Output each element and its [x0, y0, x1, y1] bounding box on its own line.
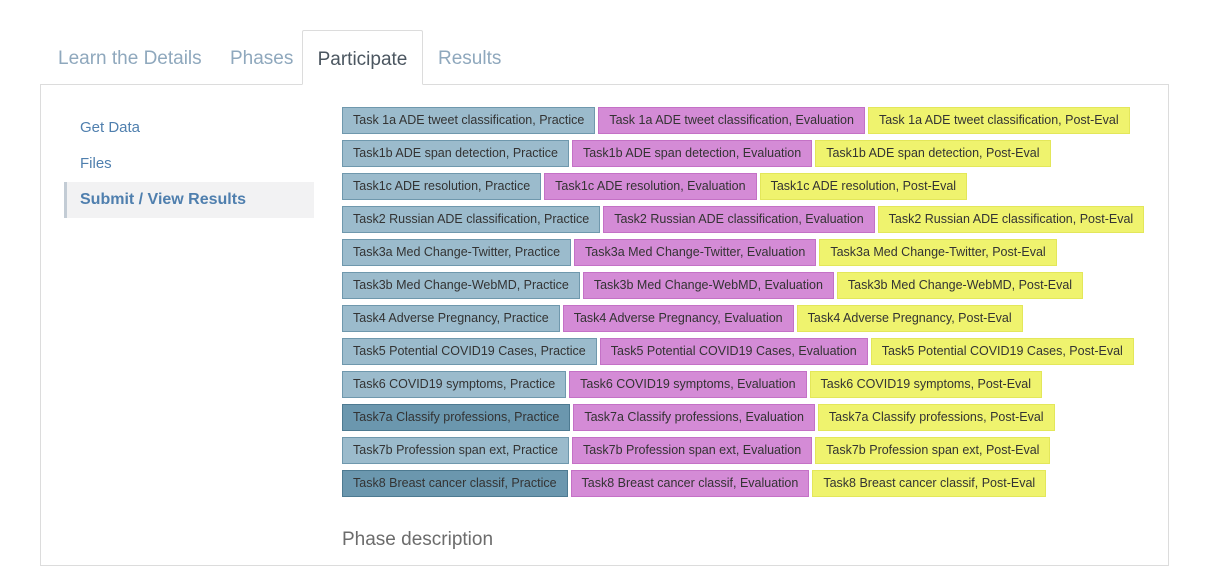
sidebar-nav: Get Data Files Submit / View Results	[64, 110, 314, 218]
practice-phase-button[interactable]: Task2 Russian ADE classification, Practi…	[342, 206, 601, 233]
post-eval-phase-button[interactable]: Task3b Med Change-WebMD, Post-Eval	[836, 272, 1084, 299]
practice-phase-button[interactable]: Task4 Adverse Pregnancy, Practice	[342, 305, 560, 332]
phase-row: Task3a Med Change-Twitter, Practice Task3…	[342, 239, 1162, 266]
post-eval-phase-button[interactable]: Task4 Adverse Pregnancy, Post-Eval	[796, 305, 1023, 332]
post-eval-phase-button[interactable]: Task8 Breast cancer classif, Post-Eval	[812, 470, 1047, 497]
post-eval-phase-button[interactable]: Task1c ADE resolution, Post-Eval	[759, 173, 968, 200]
phase-row: Task 1a ADE tweet classification, Practi…	[342, 107, 1162, 134]
sidebar-item-files[interactable]: Files	[64, 146, 314, 182]
phase-row: Task8 Breast cancer classif, Practice Tas…	[342, 470, 1162, 497]
practice-phase-button[interactable]: Task1c ADE resolution, Practice	[342, 173, 542, 200]
post-eval-phase-button[interactable]: Task2 Russian ADE classification, Post-E…	[877, 206, 1145, 233]
evaluation-phase-button[interactable]: Task3a Med Change-Twitter, Evaluation	[574, 239, 817, 266]
evaluation-phase-button[interactable]: Task3b Med Change-WebMD, Evaluation	[582, 272, 834, 299]
post-eval-phase-button[interactable]: Task7b Profession span ext, Post-Eval	[815, 437, 1051, 464]
practice-phase-button[interactable]: Task7b Profession span ext, Practice	[342, 437, 569, 464]
participate-panel: Get Data Files Submit / View Results Tas…	[40, 84, 1169, 566]
evaluation-phase-button[interactable]: Task7a Classify professions, Evaluation	[573, 404, 815, 431]
phase-description-heading: Phase description	[342, 529, 494, 550]
phase-row: Task7a Classify professions, Practice Tas…	[342, 404, 1162, 431]
tab-participate[interactable]: Participate	[302, 30, 423, 85]
post-eval-phase-button[interactable]: Task3a Med Change-Twitter, Post-Eval	[819, 239, 1057, 266]
practice-phase-button[interactable]: Task8 Breast cancer classif, Practice	[342, 470, 568, 497]
post-eval-phase-button[interactable]: Task5 Potential COVID19 Cases, Post-Eval	[870, 338, 1134, 365]
evaluation-phase-button[interactable]: Task 1a ADE tweet classification, Evalua…	[598, 107, 865, 134]
practice-phase-button[interactable]: Task 1a ADE tweet classification, Practi…	[342, 107, 596, 134]
post-eval-phase-button[interactable]: Task 1a ADE tweet classification, Post-E…	[867, 107, 1130, 134]
phase-row: Task1b ADE span detection, Practice Task1…	[342, 140, 1162, 167]
phase-row: Task2 Russian ADE classification, Practi…	[342, 206, 1162, 233]
phase-row: Task7b Profession span ext, Practice Task…	[342, 437, 1162, 464]
post-eval-phase-button[interactable]: Task1b ADE span detection, Post-Eval	[815, 140, 1051, 167]
post-eval-phase-button[interactable]: Task7a Classify professions, Post-Eval	[817, 404, 1055, 431]
evaluation-phase-button[interactable]: Task2 Russian ADE classification, Evalua…	[603, 206, 875, 233]
practice-phase-button[interactable]: Task3b Med Change-WebMD, Practice	[342, 272, 580, 299]
phase-row: Task3b Med Change-WebMD, Practice Task3b …	[342, 272, 1162, 299]
practice-phase-button[interactable]: Task5 Potential COVID19 Cases, Practice	[342, 338, 597, 365]
practice-phase-button[interactable]: Task7a Classify professions, Practice	[342, 404, 571, 431]
tab-results[interactable]: Results	[438, 30, 501, 83]
phase-row: Task5 Potential COVID19 Cases, Practice T…	[342, 338, 1162, 365]
sidebar-item-get-data[interactable]: Get Data	[64, 110, 314, 146]
evaluation-phase-button[interactable]: Task7b Profession span ext, Evaluation	[571, 437, 813, 464]
practice-phase-button[interactable]: Task6 COVID19 symptoms, Practice	[342, 371, 567, 398]
evaluation-phase-button[interactable]: Task4 Adverse Pregnancy, Evaluation	[562, 305, 794, 332]
phase-button-grid: Task 1a ADE tweet classification, Practi…	[342, 107, 1162, 503]
tab-phases[interactable]: Phases	[230, 30, 293, 83]
phase-row: Task6 COVID19 symptoms, Practice Task6 CO…	[342, 371, 1162, 398]
tab-learn-the-details[interactable]: Learn the Details	[58, 30, 202, 83]
post-eval-phase-button[interactable]: Task6 COVID19 symptoms, Post-Eval	[809, 371, 1043, 398]
evaluation-phase-button[interactable]: Task6 COVID19 symptoms, Evaluation	[569, 371, 807, 398]
evaluation-phase-button[interactable]: Task8 Breast cancer classif, Evaluation	[570, 470, 810, 497]
phase-row: Task1c ADE resolution, Practice Task1c AD…	[342, 173, 1162, 200]
phase-row: Task4 Adverse Pregnancy, Practice Task4 A…	[342, 305, 1162, 332]
tab-bar: Learn the Details Phases Participate Res…	[40, 30, 1168, 85]
practice-phase-button[interactable]: Task3a Med Change-Twitter, Practice	[342, 239, 572, 266]
evaluation-phase-button[interactable]: Task1c ADE resolution, Evaluation	[544, 173, 757, 200]
sidebar-item-submit-view-results[interactable]: Submit / View Results	[64, 182, 314, 218]
practice-phase-button[interactable]: Task1b ADE span detection, Practice	[342, 140, 569, 167]
evaluation-phase-button[interactable]: Task5 Potential COVID19 Cases, Evaluatio…	[599, 338, 868, 365]
evaluation-phase-button[interactable]: Task1b ADE span detection, Evaluation	[571, 140, 813, 167]
